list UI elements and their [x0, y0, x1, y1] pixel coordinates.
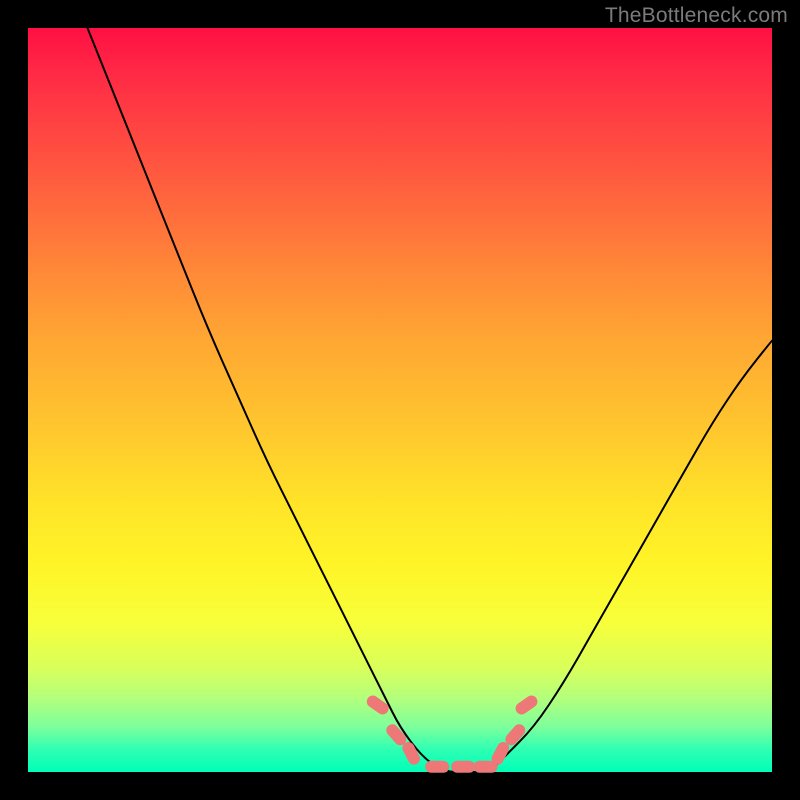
- marker-pill: [425, 761, 449, 773]
- marker-pill: [451, 761, 475, 773]
- plot-area: [28, 28, 772, 772]
- curve-svg: [28, 28, 772, 772]
- marker-pill: [513, 693, 540, 717]
- flat-region-markers: [364, 693, 539, 773]
- watermark-text: TheBottleneck.com: [605, 4, 788, 28]
- chart-stage: TheBottleneck.com: [0, 0, 800, 800]
- bottleneck-curve: [88, 28, 773, 772]
- marker-pill: [364, 693, 391, 717]
